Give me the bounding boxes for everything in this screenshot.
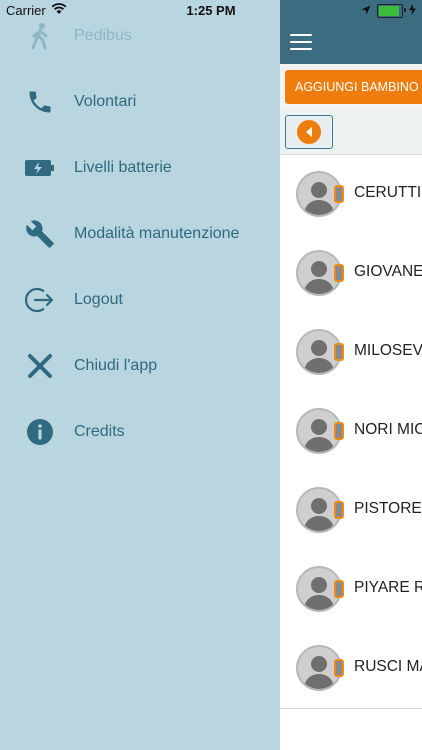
- child-row[interactable]: CERUTTI: [280, 155, 422, 235]
- device-badge-icon: [334, 185, 344, 203]
- back-arrow-icon: [297, 120, 321, 144]
- wrench-icon: [24, 218, 56, 250]
- status-right: [361, 3, 416, 18]
- child-name: MILOSEV: [354, 342, 422, 359]
- child-name: CERUTTI: [354, 184, 422, 201]
- child-name: GIOVANE: [354, 263, 422, 280]
- battery-charging-icon: [24, 152, 56, 184]
- child-name: NORI MIC: [354, 421, 422, 438]
- hamburger-menu-icon[interactable]: [290, 34, 312, 50]
- drawer-item-volontari[interactable]: Volontari: [0, 74, 280, 130]
- child-row[interactable]: GIOVANE: [280, 234, 422, 314]
- location-arrow-icon: [361, 3, 371, 18]
- drawer-item-credits[interactable]: Credits: [0, 404, 280, 460]
- close-icon: [24, 350, 56, 382]
- logout-icon: [24, 284, 56, 316]
- add-child-button[interactable]: AGGIUNGI BAMBINO: [285, 70, 422, 104]
- info-icon: [24, 416, 56, 448]
- child-name: RUSCI MA: [354, 658, 422, 675]
- child-name: PIYARE R: [354, 579, 422, 596]
- child-row[interactable]: PIYARE R: [280, 550, 422, 630]
- child-row[interactable]: NORI MIC: [280, 392, 422, 472]
- drawer-item-chiudi-app[interactable]: Chiudi l'app: [0, 338, 280, 394]
- device-badge-icon: [334, 264, 344, 282]
- child-name: PISTORE: [354, 500, 422, 517]
- drawer-item-modalita-manutenzione[interactable]: Modalità manutenzione: [0, 206, 280, 262]
- device-badge-icon: [334, 343, 344, 361]
- battery-icon: [377, 3, 406, 18]
- drawer-item-label: Modalità manutenzione: [74, 225, 240, 242]
- phone-icon: [24, 86, 56, 118]
- drawer-item-livelli-batterie[interactable]: Livelli batterie: [0, 140, 280, 196]
- drawer-item-logout[interactable]: Logout: [0, 272, 280, 328]
- status-bar: Carrier 1:25 PM: [0, 0, 422, 22]
- device-badge-icon: [334, 422, 344, 440]
- device-badge-icon: [334, 659, 344, 677]
- main-panel: AGGIUNGI BAMBINO CERUTTI GIOVANE MILOSEV…: [280, 0, 422, 750]
- side-drawer: Pedibus Volontari Livelli batterie Modal…: [0, 0, 280, 750]
- child-row[interactable]: PISTORE: [280, 471, 422, 551]
- drawer-item-label: Pedibus: [74, 27, 132, 44]
- drawer-item-label: Logout: [74, 291, 123, 308]
- back-button[interactable]: [285, 115, 333, 149]
- drawer-item-label: Livelli batterie: [74, 159, 172, 176]
- charging-bolt-icon: [409, 3, 416, 18]
- device-badge-icon: [334, 501, 344, 519]
- battery-level: [379, 5, 399, 16]
- child-row[interactable]: MILOSEV: [280, 313, 422, 393]
- walking-person-icon: [24, 20, 56, 52]
- status-time: 1:25 PM: [186, 3, 236, 18]
- child-row[interactable]: RUSCI MA: [280, 629, 422, 709]
- device-badge-icon: [334, 580, 344, 598]
- drawer-item-label: Volontari: [74, 93, 137, 110]
- drawer-item-label: Chiudi l'app: [74, 357, 158, 374]
- drawer-item-label: Credits: [74, 423, 125, 440]
